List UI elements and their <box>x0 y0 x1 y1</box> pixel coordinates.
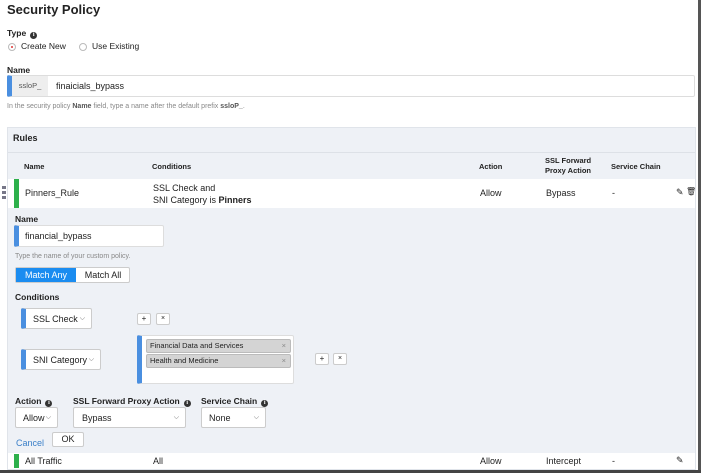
type-label: Type i <box>7 28 38 39</box>
name-hint: In the security policy Name field, type … <box>7 103 245 110</box>
category-tag: Financial Data and Services × <box>146 339 291 353</box>
name-prefix: ssloP_ <box>12 76 48 96</box>
window-border-bottom <box>0 470 701 473</box>
col-ssl-action: SSL Forward Proxy Action <box>545 156 592 175</box>
page-title: Security Policy <box>7 2 101 17</box>
service-chain-label: Service Chain i <box>201 396 269 407</box>
rule-conditions: SSL Check and SNI Category is Pinners <box>153 183 252 205</box>
chevron-down-icon: ⌵ <box>253 414 259 421</box>
sni-category-multiselect[interactable]: Financial Data and Services × Health and … <box>137 335 294 384</box>
status-bar <box>14 454 19 468</box>
edit-icon[interactable]: ✎ <box>676 455 684 466</box>
col-conditions: Conditions <box>152 162 192 171</box>
action-select[interactable]: Allow ⌵ <box>15 407 58 428</box>
conditions-label: Conditions <box>15 292 60 302</box>
remove-condition-button[interactable]: × <box>156 313 170 325</box>
edit-icon[interactable]: ✎ <box>676 187 684 198</box>
radio-icon <box>79 42 87 51</box>
rule-action: Allow <box>480 188 502 198</box>
col-name: Name <box>24 162 45 171</box>
rule-service-chain: - <box>612 456 615 466</box>
rule-conditions: All <box>153 456 164 466</box>
match-all-button[interactable]: Match All <box>76 268 130 282</box>
type-label-text: Type <box>7 28 27 38</box>
rule-editor: Name financial_bypass Type the name of y… <box>8 208 695 453</box>
cancel-link[interactable]: Cancel <box>16 438 44 448</box>
rule-name-field[interactable]: financial_bypass <box>14 225 164 247</box>
info-icon[interactable]: i <box>183 400 191 407</box>
window-border-right <box>698 0 701 472</box>
chevron-down-icon: ⌵ <box>79 315 85 322</box>
name-label: Name <box>7 65 31 75</box>
radio-create-new[interactable]: Create New <box>8 41 66 51</box>
policy-name-field[interactable]: ssloP_ finaicials_bypass <box>7 75 695 97</box>
rule-row[interactable]: All Traffic All Allow Intercept - ✎ <box>8 453 695 469</box>
add-condition-button[interactable]: + <box>137 313 151 325</box>
chevron-down-icon: ⌵ <box>88 356 94 363</box>
rule-name: Pinners_Rule <box>25 188 80 198</box>
rule-name: All Traffic <box>25 456 62 466</box>
chevron-down-icon: ⌵ <box>45 414 51 421</box>
ok-button[interactable]: OK <box>52 432 84 447</box>
col-service-chain: Service Chain <box>611 162 661 171</box>
rule-row[interactable]: Pinners_Rule SSL Check and SNI Category i… <box>2 179 696 208</box>
service-chain-select[interactable]: None ⌵ <box>201 407 266 428</box>
add-condition-button[interactable]: + <box>315 353 329 365</box>
radio-label: Create New <box>21 41 66 51</box>
action-label: Action i <box>15 396 53 407</box>
match-toggle: Match Any Match All <box>15 267 130 283</box>
radio-label: Use Existing <box>92 41 140 51</box>
editor-name-label: Name <box>15 214 39 224</box>
chevron-down-icon: ⌵ <box>173 414 179 421</box>
remove-condition-button[interactable]: × <box>333 353 347 365</box>
remove-tag-icon[interactable]: × <box>282 355 286 367</box>
radio-selected-icon <box>8 42 16 51</box>
info-icon[interactable]: i <box>30 32 38 39</box>
condition-type-select[interactable]: SSL Check ⌵ <box>21 308 92 329</box>
ssl-action-select[interactable]: Bypass ⌵ <box>73 407 186 428</box>
rule-ssl-action: Intercept <box>546 456 582 466</box>
name-value: finaicials_bypass <box>56 81 125 91</box>
rule-ssl-action: Bypass <box>546 188 576 198</box>
rules-title: Rules <box>13 133 38 143</box>
radio-use-existing[interactable]: Use Existing <box>79 41 139 51</box>
category-tag: Health and Medicine × <box>146 354 291 368</box>
ssl-action-label: SSL Forward Proxy Action i <box>73 396 191 407</box>
rule-name-hint: Type the name of your custom policy. <box>15 253 131 260</box>
col-action: Action <box>479 162 503 171</box>
rules-header: Name Conditions Action SSL Forward Proxy… <box>8 152 695 179</box>
drag-handle-icon[interactable] <box>2 186 6 200</box>
remove-tag-icon[interactable]: × <box>282 340 286 352</box>
match-any-button[interactable]: Match Any <box>16 268 76 282</box>
info-icon[interactable]: i <box>261 400 269 407</box>
rules-panel: Rules Name Conditions Action SSL Forward… <box>2 127 696 470</box>
status-bar <box>14 179 19 208</box>
condition-type-select[interactable]: SNI Category ⌵ <box>21 349 101 370</box>
rule-service-chain: - <box>612 188 615 198</box>
info-icon[interactable]: i <box>45 400 53 407</box>
trash-icon[interactable]: 🗑 <box>686 187 696 196</box>
rule-action: Allow <box>480 456 502 466</box>
